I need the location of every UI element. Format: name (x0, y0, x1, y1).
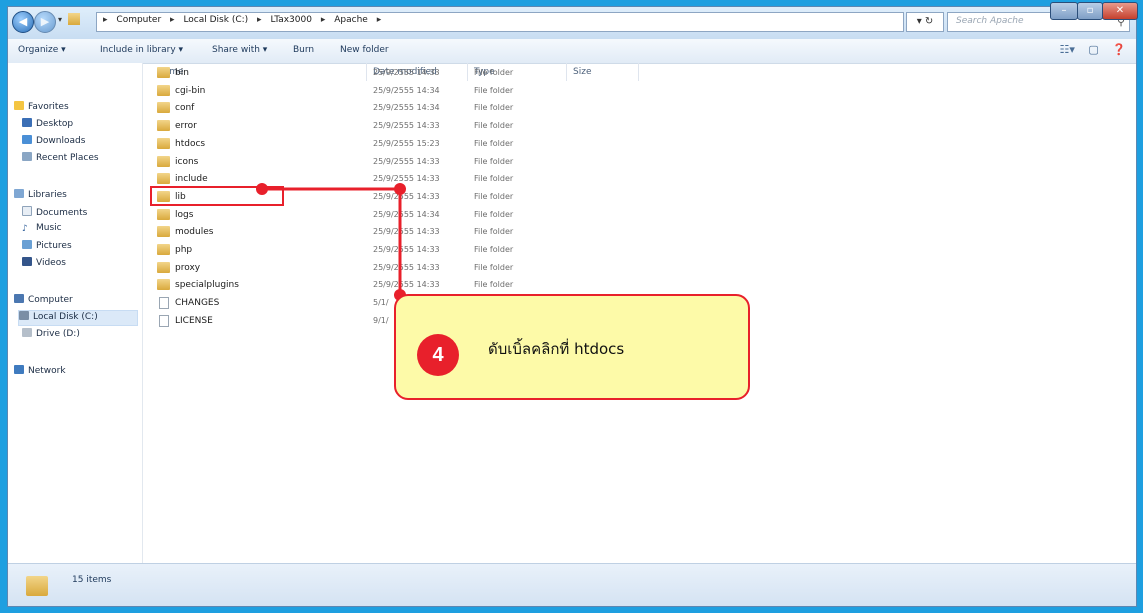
pointer-dot (394, 183, 406, 195)
instruction-text: ดับเบิ้ลคลิกที่ htdocs (488, 340, 625, 358)
step-number-badge: 4 (417, 334, 459, 376)
pointer-dot (256, 183, 268, 195)
